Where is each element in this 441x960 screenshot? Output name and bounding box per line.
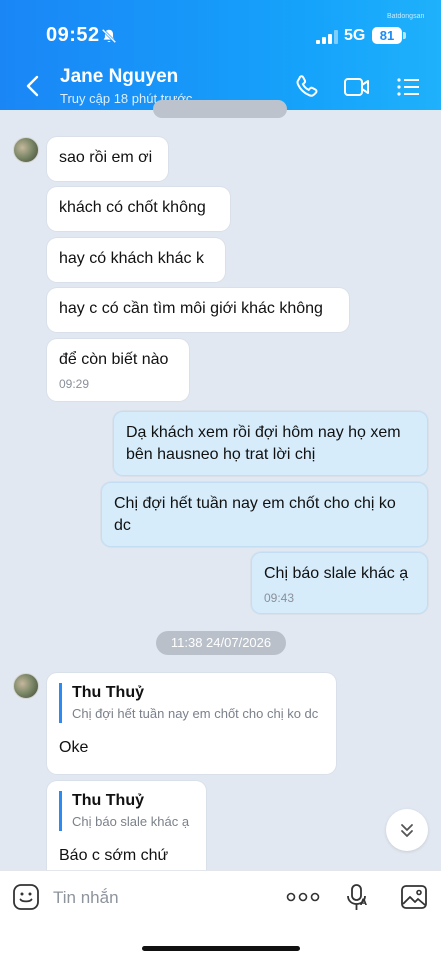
- quoted-message[interactable]: Thu Thuỷ Chị báo slale khác ạ: [59, 791, 194, 831]
- date-separator-peek: [153, 100, 287, 118]
- message-text: Oke: [59, 739, 89, 756]
- message-text: hay có khách khác k: [59, 250, 204, 267]
- home-indicator: [142, 946, 300, 951]
- message-text: Báo c sớm chứ: [59, 847, 169, 864]
- contact-avatar[interactable]: [13, 673, 39, 699]
- reply-message-bubble[interactable]: Thu Thuỷ Chị đợi hết tuần nay em chốt ch…: [47, 673, 336, 774]
- message-bubble-incoming[interactable]: để còn biết nào 09:29: [47, 339, 189, 401]
- message-time: 09:29: [59, 377, 90, 391]
- message-text: Chị báo slale khác ạ: [264, 565, 409, 582]
- battery-indicator: 81: [372, 27, 406, 44]
- message-text: Chị đợi hết tuần nay em chốt cho chị ko …: [114, 495, 396, 534]
- date-separator: 11:38 24/07/2026: [156, 631, 286, 655]
- watermark: Batdongsan: [387, 13, 425, 20]
- contact-name[interactable]: Jane Nguyen: [60, 66, 178, 88]
- message-bubble-incoming[interactable]: hay c có cần tìm môi giới khác không: [47, 288, 349, 332]
- message-composer: Tin nhắn A: [0, 870, 441, 960]
- image-gallery-icon[interactable]: [400, 883, 428, 911]
- menu-list-icon[interactable]: [395, 74, 423, 100]
- message-bubble-incoming[interactable]: khách có chốt không: [47, 187, 230, 231]
- message-bubble-incoming[interactable]: hay có khách khác k: [47, 238, 225, 282]
- quote-author: Thu Thuỷ: [72, 792, 144, 809]
- message-time: 09:43: [264, 591, 295, 605]
- chevron-double-down-icon: [401, 824, 413, 837]
- signal-icon: [316, 30, 338, 44]
- svg-text:A: A: [360, 898, 367, 908]
- message-text: khách có chốt không: [59, 199, 206, 216]
- message-text: hay c có cần tìm môi giới khác không: [59, 300, 323, 317]
- quote-text: Chị báo slale khác ạ: [72, 814, 190, 829]
- phone-call-icon[interactable]: [293, 74, 321, 100]
- message-bubble-outgoing[interactable]: Chị đợi hết tuần nay em chốt cho chị ko …: [101, 482, 428, 547]
- sticker-emoji-icon[interactable]: [12, 883, 40, 911]
- muted-bell-icon: [101, 28, 117, 44]
- scroll-to-bottom-button[interactable]: [386, 809, 428, 851]
- voice-to-text-mic-icon[interactable]: A: [344, 883, 370, 913]
- network-type: 5G: [344, 27, 366, 44]
- message-bubble-incoming[interactable]: sao rồi em ơi: [47, 137, 168, 181]
- quote-text: Chị đợi hết tuần nay em chốt cho chị ko …: [72, 706, 319, 721]
- status-time: 09:52: [46, 24, 100, 46]
- message-text: sao rồi em ơi: [59, 149, 153, 166]
- chat-header: 09:52 5G 81 Batdongsan Jane Nguyen Truy …: [0, 0, 441, 110]
- message-bubble-outgoing[interactable]: Chị báo slale khác ạ 09:43: [251, 552, 428, 614]
- message-input[interactable]: Tin nhắn: [53, 888, 119, 908]
- back-arrow-icon[interactable]: [22, 74, 44, 98]
- more-options-icon[interactable]: [286, 891, 320, 903]
- video-call-icon[interactable]: [343, 74, 371, 100]
- message-bubble-outgoing[interactable]: Dạ khách xem rồi đợi hôm nay họ xem bên …: [113, 411, 428, 476]
- contact-avatar[interactable]: [13, 137, 39, 163]
- quoted-message[interactable]: Thu Thuỷ Chị đợi hết tuần nay em chốt ch…: [59, 683, 324, 723]
- quote-author: Thu Thuỷ: [72, 684, 144, 701]
- message-text: Dạ khách xem rồi đợi hôm nay họ xem bên …: [126, 424, 401, 463]
- message-text: để còn biết nào: [59, 351, 169, 368]
- reply-message-bubble[interactable]: Thu Thuỷ Chị báo slale khác ạ Báo c sớm …: [47, 781, 206, 881]
